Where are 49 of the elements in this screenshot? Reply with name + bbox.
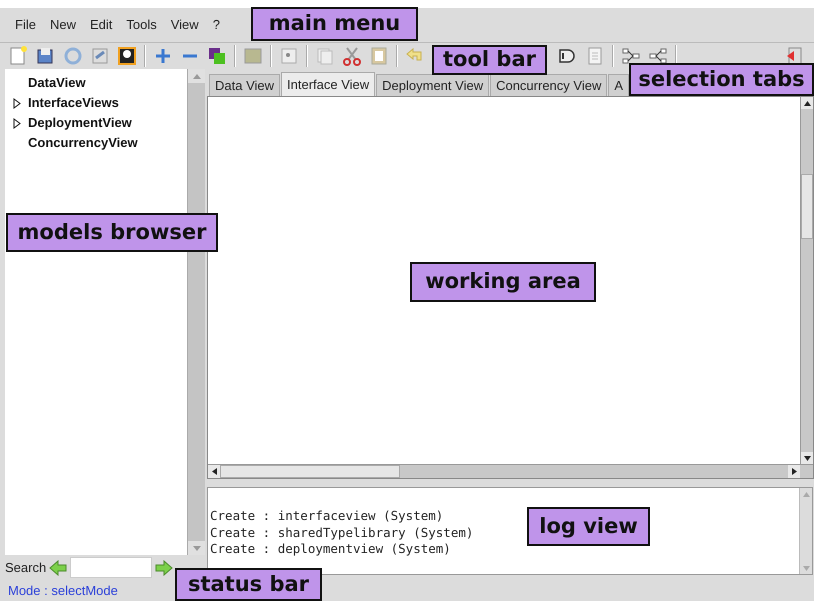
clipboard-icon[interactable] [369, 46, 389, 66]
scroll-right-icon[interactable] [788, 465, 800, 478]
tab[interactable]: Concurrency View [490, 74, 608, 96]
menu-item[interactable]: ? [212, 15, 220, 35]
scroll-thumb[interactable] [801, 174, 813, 239]
nodes-icon[interactable] [621, 46, 641, 66]
tab[interactable]: Interface View [281, 72, 376, 96]
new-file-icon[interactable] [9, 46, 29, 66]
tree-item[interactable]: InterfaceViews [28, 93, 119, 113]
tree-item[interactable]: DataView [28, 73, 86, 93]
menu-item[interactable]: View [170, 15, 199, 35]
callout-label: tool bar [432, 45, 547, 75]
callout-label: status bar [175, 568, 322, 601]
status-text: Mode : selectMode [8, 582, 118, 600]
search-label: Search [5, 558, 46, 577]
layers-icon[interactable] [207, 46, 227, 66]
scroll-thumb[interactable] [220, 465, 400, 478]
scroll-down-icon[interactable] [801, 452, 813, 464]
expand-arrow-icon[interactable] [12, 118, 20, 128]
callout-label: models browser [6, 213, 218, 252]
tree-item[interactable]: DeploymentView [28, 113, 132, 133]
callout-label: working area [410, 262, 596, 302]
scrollbar[interactable] [800, 97, 813, 464]
callout-label: main menu [251, 7, 418, 41]
log-line: Create : sharedTypelibrary (System) [210, 524, 474, 541]
scroll-up-icon[interactable] [801, 97, 813, 109]
image-export-icon[interactable] [117, 46, 137, 66]
tab[interactable]: A [608, 74, 630, 96]
search-field[interactable] [70, 557, 152, 578]
menu-item[interactable]: Edit [90, 15, 112, 35]
scroll-left-icon[interactable] [208, 465, 220, 478]
tab[interactable]: Deployment View [376, 74, 490, 96]
tab[interactable]: Data View [209, 74, 280, 96]
menu-item[interactable]: File [15, 15, 36, 35]
callout-label: log view [527, 507, 650, 546]
tree-nodes-icon[interactable] [648, 46, 668, 66]
log-line: Create : deploymentview (System) [210, 541, 451, 558]
log-line: Create : interfaceview (System) [210, 508, 444, 524]
back-arrow-icon[interactable] [49, 560, 68, 576]
tree-item[interactable]: ConcurrencyView [28, 133, 138, 153]
copy-icon[interactable] [315, 46, 335, 66]
callout-label: selection tabs [629, 63, 814, 96]
menu-item[interactable]: New [50, 15, 76, 35]
forward-arrow-icon[interactable] [155, 560, 174, 576]
scissors-icon[interactable] [342, 46, 362, 66]
menu-item[interactable]: Tools [126, 15, 157, 35]
scrollbar[interactable] [208, 464, 813, 478]
expand-arrow-icon[interactable] [12, 98, 20, 108]
plus-icon[interactable] [153, 46, 173, 66]
